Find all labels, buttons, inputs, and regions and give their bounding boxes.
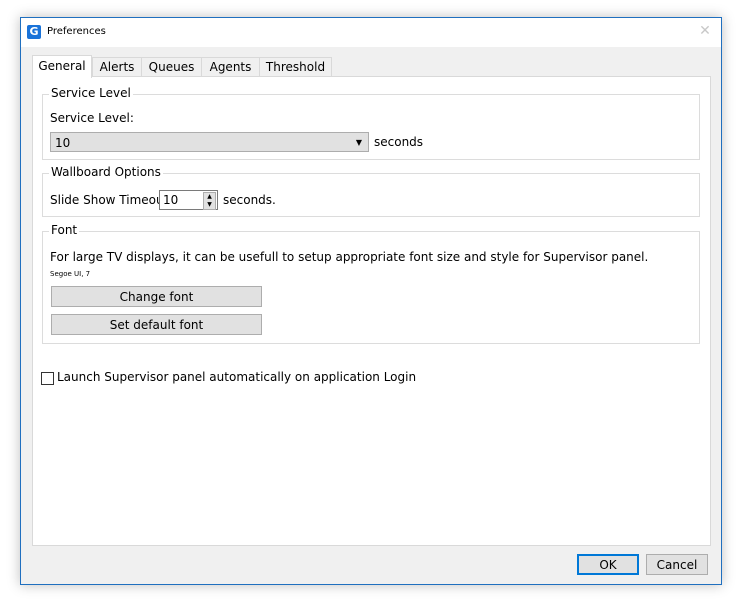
app-icon: G: [27, 25, 41, 39]
ok-button[interactable]: OK: [577, 554, 639, 575]
set-default-font-button[interactable]: Set default font: [51, 314, 262, 335]
general-tab-panel: Service Level Service Level: 10 ▼ second…: [32, 76, 711, 546]
service-level-label: Service Level:: [50, 111, 134, 125]
service-level-value: 10: [55, 136, 71, 150]
service-level-group: Service Level Service Level: 10 ▼ second…: [42, 86, 700, 160]
tab-general[interactable]: General: [32, 55, 92, 78]
close-icon[interactable]: ✕: [697, 23, 713, 39]
launch-supervisor-label[interactable]: Launch Supervisor panel automatically on…: [57, 370, 416, 384]
chevron-down-icon: ▼: [355, 138, 362, 147]
cancel-button[interactable]: Cancel: [646, 554, 708, 575]
current-font-label: Segoe UI, 7: [50, 270, 91, 278]
slide-show-timeout-stepper[interactable]: 10 ▲ ▼: [159, 190, 218, 210]
spin-down-icon[interactable]: ▼: [204, 201, 215, 209]
service-level-group-title: Service Level: [49, 86, 133, 100]
service-level-unit: seconds: [374, 135, 424, 149]
slide-show-timeout-label: Slide Show Timeout:: [50, 193, 173, 207]
tab-threshold[interactable]: Threshold: [259, 57, 332, 77]
slide-show-timeout-unit: seconds.: [223, 193, 276, 207]
tab-alerts[interactable]: Alerts: [92, 57, 142, 77]
tab-queues[interactable]: Queues: [141, 57, 202, 77]
spin-buttons: ▲ ▼: [203, 192, 216, 210]
title-bar: G Preferences ✕: [21, 18, 721, 47]
tab-agents[interactable]: Agents: [201, 57, 260, 77]
font-group: Font For large TV displays, it can be us…: [42, 223, 700, 344]
preferences-window: G Preferences ✕ General Alerts Queues Ag…: [20, 17, 722, 585]
service-level-select[interactable]: 10 ▼: [50, 132, 369, 152]
font-description: For large TV displays, it can be usefull…: [50, 250, 649, 264]
slide-show-timeout-value: 10: [163, 193, 179, 207]
font-group-title: Font: [49, 223, 80, 237]
spin-up-icon[interactable]: ▲: [204, 193, 215, 201]
wallboard-options-group: Wallboard Options Slide Show Timeout: 10…: [42, 165, 700, 217]
launch-supervisor-checkbox[interactable]: [41, 372, 54, 385]
change-font-button[interactable]: Change font: [51, 286, 262, 307]
wallboard-options-group-title: Wallboard Options: [49, 165, 163, 179]
window-title: Preferences: [47, 26, 106, 37]
